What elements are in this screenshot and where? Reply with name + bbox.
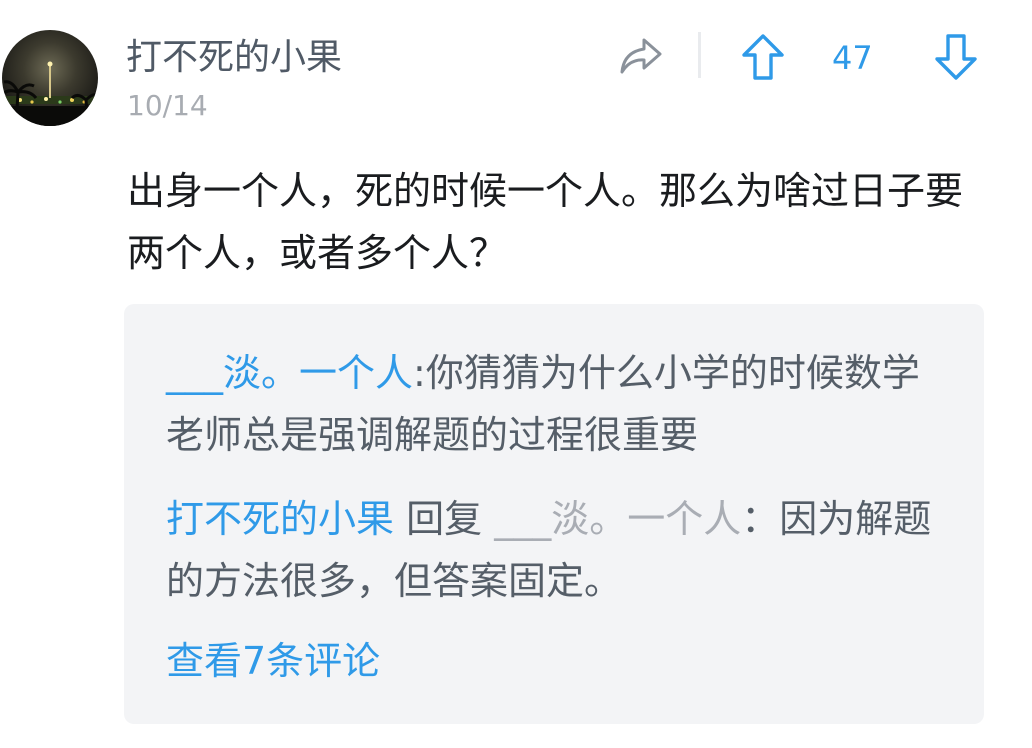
reply-item[interactable]: ___淡。一个人:你猜猜为什么小学的时候数学老师总是强调解题的过程很重要 <box>166 342 946 466</box>
arrow-down-icon <box>935 34 977 80</box>
arrow-up-icon <box>742 34 784 80</box>
reply-author-link[interactable]: ___淡。一个人 <box>166 351 413 395</box>
downvote-button[interactable] <box>933 32 979 82</box>
post-content: 出身一个人，死的时候一个人。那么为啥过日子要两个人，或者多个人？ <box>127 169 964 275</box>
reply-separator: : <box>413 351 426 395</box>
reply-to-link[interactable]: ___淡。一个人 <box>494 497 741 541</box>
avatar[interactable] <box>2 30 98 126</box>
share-icon <box>620 38 662 74</box>
vote-count: 47 <box>832 39 873 77</box>
night-city-avatar-image <box>2 61 98 126</box>
reply-separator: ： <box>741 497 780 541</box>
view-more-comments-link[interactable]: 查看7条评论 <box>166 630 380 692</box>
reply-word: 回复 <box>406 497 483 541</box>
reply-item[interactable]: 打不死的小果 回复 ___淡。一个人：因为解题的方法很多，但答案固定。 <box>166 488 946 612</box>
reply-author-link[interactable]: 打不死的小果 <box>166 497 394 541</box>
share-button[interactable] <box>614 32 666 80</box>
upvote-button[interactable] <box>740 32 786 82</box>
post-date: 10/14 <box>127 89 208 122</box>
action-divider <box>698 32 701 78</box>
author-name[interactable]: 打不死的小果 <box>126 36 342 80</box>
